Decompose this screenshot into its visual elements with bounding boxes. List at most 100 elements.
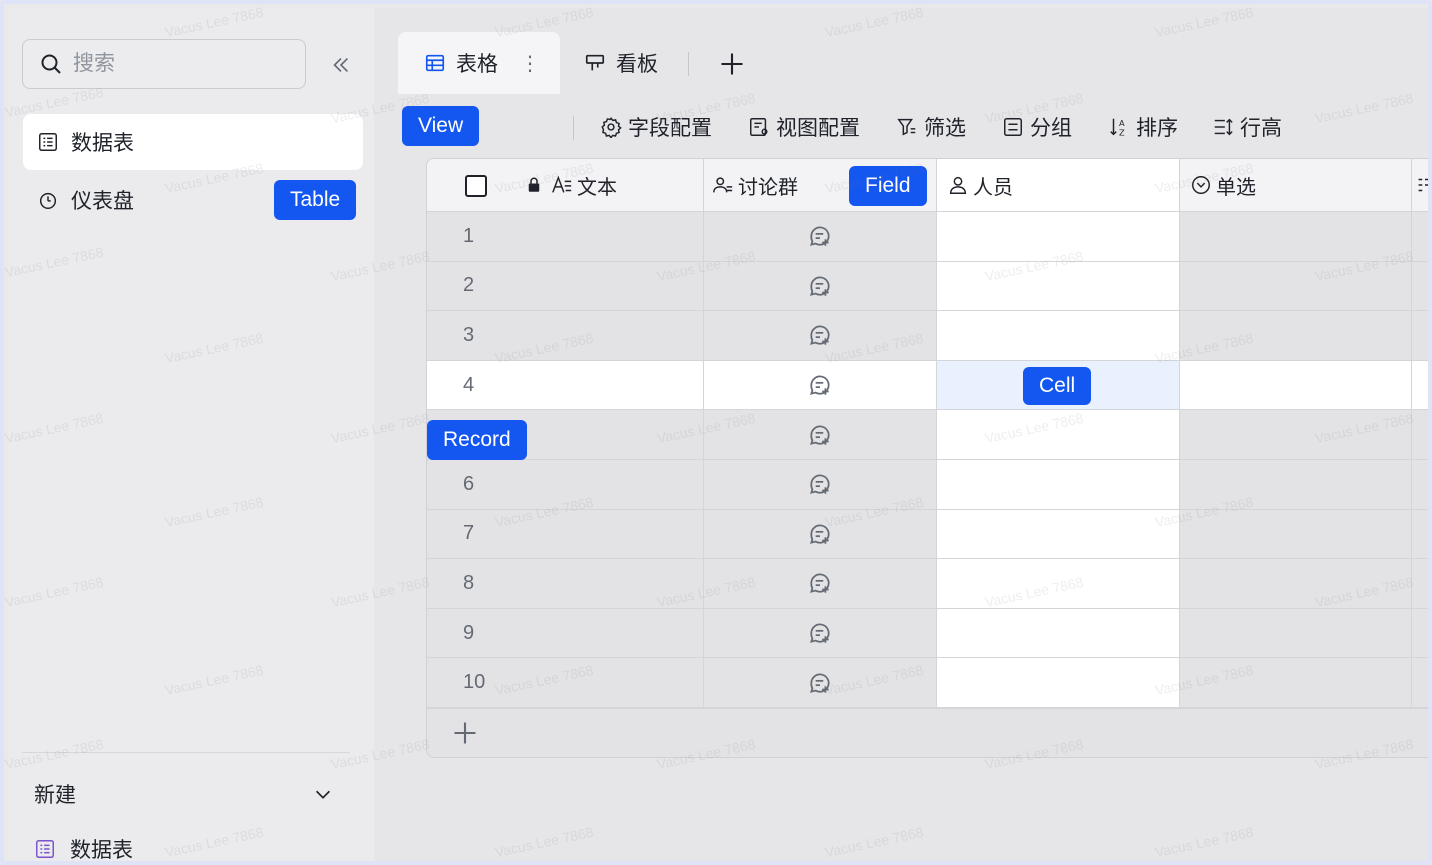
search-box[interactable] xyxy=(22,39,306,89)
comment-add-icon xyxy=(810,326,830,346)
discussion-cell[interactable] xyxy=(704,509,937,559)
table-row[interactable]: 8 xyxy=(427,559,1428,609)
table-row[interactable]: 3 xyxy=(427,311,1428,361)
add-record-icon[interactable] xyxy=(451,719,479,747)
single-select-cell[interactable] xyxy=(1180,360,1412,410)
row-height-button[interactable]: 行高 xyxy=(1212,112,1282,142)
new-datatable-item[interactable]: 数据表 xyxy=(34,834,133,862)
person-cell[interactable] xyxy=(937,658,1180,707)
single-select-cell[interactable] xyxy=(1180,311,1412,360)
person-cell[interactable] xyxy=(937,559,1180,608)
filter-label: 筛选 xyxy=(924,117,966,140)
extra-cell[interactable] xyxy=(1412,360,1428,410)
text-cell[interactable]: 7 xyxy=(427,509,704,559)
column-header-person[interactable]: 人员 xyxy=(937,159,1180,211)
add-view-icon[interactable] xyxy=(718,50,746,78)
group-icon xyxy=(1004,118,1022,136)
extra-cell[interactable] xyxy=(1412,410,1428,459)
discussion-cell[interactable] xyxy=(704,261,937,311)
discussion-cell[interactable] xyxy=(704,559,937,608)
extra-cell[interactable] xyxy=(1412,262,1428,311)
field-config-button[interactable]: 字段配置 xyxy=(600,112,712,142)
search-input[interactable] xyxy=(73,52,273,76)
group-label: 分组 xyxy=(1030,117,1072,140)
person-cell[interactable] xyxy=(937,509,1180,559)
select-all-checkbox[interactable] xyxy=(465,175,487,197)
column-header-single-select[interactable]: 单选 xyxy=(1180,159,1412,211)
table-row[interactable] xyxy=(427,410,1428,460)
table-row[interactable]: 10 xyxy=(427,658,1428,708)
single-select-cell[interactable] xyxy=(1180,658,1412,707)
single-select-cell[interactable] xyxy=(1180,559,1412,608)
table-row[interactable]: 9 xyxy=(427,608,1428,659)
single-select-cell[interactable] xyxy=(1180,212,1412,261)
text-cell[interactable]: 1 xyxy=(427,212,704,261)
person-cell[interactable] xyxy=(937,410,1180,459)
single-select-cell[interactable] xyxy=(1180,410,1412,459)
group-button[interactable]: 分组 xyxy=(1002,112,1072,142)
discussion-cell[interactable] xyxy=(704,608,937,658)
row-number: 9 xyxy=(463,621,475,644)
kanban-icon xyxy=(585,54,605,71)
table-row[interactable]: 4 Cell xyxy=(427,360,1428,411)
discussion-cell[interactable] xyxy=(704,460,937,509)
single-select-cell[interactable] xyxy=(1180,460,1412,509)
discussion-cell[interactable] xyxy=(704,311,937,360)
column-label: 人员 xyxy=(973,176,1013,199)
view-badge: View xyxy=(402,106,480,146)
person-cell[interactable] xyxy=(937,608,1180,658)
extra-cell[interactable] xyxy=(1412,510,1428,559)
row-number: 1 xyxy=(463,224,475,247)
sidebar-item-dashboard[interactable]: 仪表盘 Table xyxy=(23,172,363,228)
person-cell[interactable] xyxy=(937,212,1180,261)
extra-cell[interactable] xyxy=(1412,559,1428,608)
person-cell[interactable] xyxy=(937,261,1180,311)
tab-kanban[interactable]: 看板 xyxy=(584,32,658,94)
table-icon xyxy=(36,840,54,858)
text-cell[interactable]: 2 xyxy=(427,261,704,311)
sort-button[interactable]: AZ 排序 xyxy=(1108,112,1178,142)
text-cell[interactable]: 4 xyxy=(427,360,704,410)
text-cell[interactable]: 3 xyxy=(427,311,704,360)
column-header-more[interactable] xyxy=(1412,159,1428,211)
new-item-label: 数据表 xyxy=(70,839,133,862)
row-number: 4 xyxy=(463,373,475,396)
comment-add-icon xyxy=(810,425,830,445)
extra-cell[interactable] xyxy=(1412,658,1428,707)
extra-cell[interactable] xyxy=(1412,460,1428,509)
sidebar-item-datatable[interactable]: 数据表 xyxy=(23,114,363,170)
table-row[interactable]: 7 xyxy=(427,509,1428,560)
tab-grid[interactable]: 表格 ⋮ xyxy=(398,32,560,94)
comment-add-icon xyxy=(810,623,830,643)
view-config-label: 视图配置 xyxy=(776,117,860,140)
extra-cell[interactable] xyxy=(1412,212,1428,261)
single-select-cell[interactable] xyxy=(1180,261,1412,311)
text-cell[interactable]: 10 xyxy=(427,658,704,707)
person-cell[interactable] xyxy=(937,460,1180,509)
text-cell[interactable]: 6 xyxy=(427,460,704,509)
comment-add-icon xyxy=(810,574,830,594)
new-section-toggle[interactable]: 新建 xyxy=(34,774,334,814)
extra-cell[interactable] xyxy=(1412,609,1428,658)
table-row[interactable]: 1 xyxy=(427,212,1428,262)
text-cell[interactable]: 9 xyxy=(427,608,704,658)
row-height-label: 行高 xyxy=(1240,117,1282,140)
discussion-cell[interactable] xyxy=(704,212,937,261)
table-row[interactable]: 6 xyxy=(427,460,1428,510)
more-icon[interactable]: ⋮ xyxy=(520,51,540,76)
discussion-cell[interactable] xyxy=(704,658,937,707)
extra-cell[interactable] xyxy=(1412,311,1428,360)
discussion-cell[interactable] xyxy=(704,360,937,410)
person-cell[interactable]: Cell xyxy=(937,360,1180,410)
comment-add-icon xyxy=(810,375,830,395)
filter-button[interactable]: 筛选 xyxy=(896,112,966,142)
person-cell[interactable] xyxy=(937,311,1180,360)
column-header-text[interactable]: 文本 xyxy=(427,159,704,211)
collapse-sidebar-button[interactable] xyxy=(326,50,356,80)
discussion-cell[interactable] xyxy=(704,410,937,459)
text-cell[interactable]: 8 xyxy=(427,559,704,608)
table-row[interactable]: 2 xyxy=(427,261,1428,312)
single-select-cell[interactable] xyxy=(1180,608,1412,658)
view-config-button[interactable]: 视图配置 xyxy=(748,112,860,142)
single-select-cell[interactable] xyxy=(1180,509,1412,559)
